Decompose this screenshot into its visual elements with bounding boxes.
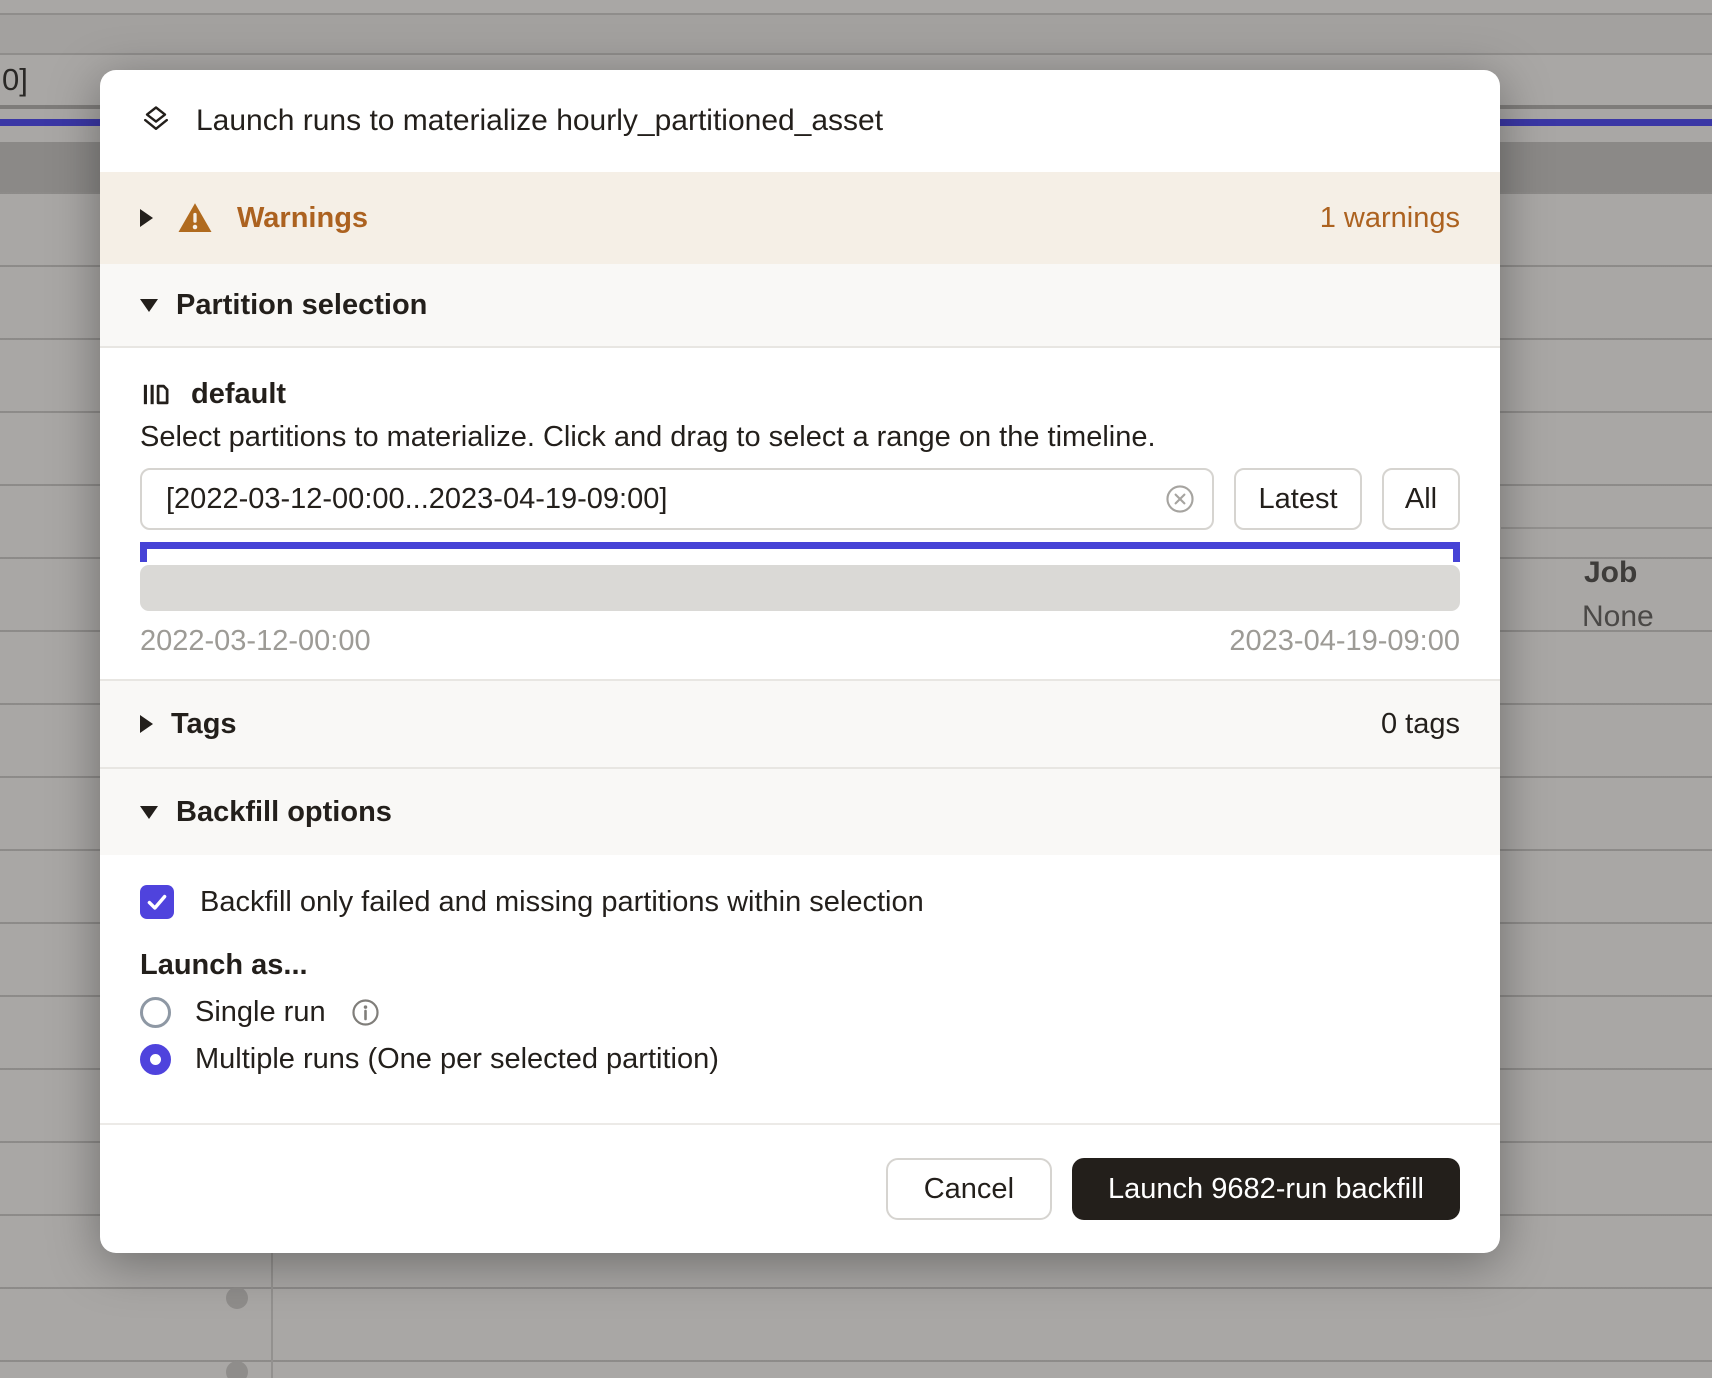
multiple-runs-label: Multiple runs (One per selected partitio… — [195, 1043, 719, 1076]
chevron-down-icon — [140, 806, 158, 819]
chevron-right-icon — [140, 715, 153, 733]
partition-dimension-icon — [140, 379, 171, 410]
tags-section-header[interactable]: Tags 0 tags — [100, 679, 1500, 767]
backfill-options-body: Backfill only failed and missing partiti… — [100, 855, 1500, 1123]
warning-triangle-icon — [177, 200, 213, 236]
bg-row-divider — [0, 53, 1712, 55]
materialize-layers-icon — [138, 103, 174, 139]
bg-column-divider — [271, 1253, 273, 1378]
bg-status-dot — [226, 1361, 248, 1378]
cancel-button[interactable]: Cancel — [886, 1158, 1052, 1220]
tags-title: Tags — [171, 708, 237, 741]
dialog-header: Launch runs to materialize hourly_partit… — [100, 70, 1500, 172]
warnings-label: Warnings — [237, 202, 368, 235]
bg-status-dot — [226, 1287, 248, 1309]
backfill-only-failed-checkbox[interactable] — [140, 885, 174, 919]
checkmark-icon — [144, 889, 170, 915]
clear-selection-icon[interactable] — [1164, 483, 1196, 515]
warnings-count-badge: 1 warnings — [1320, 202, 1460, 235]
launch-as-label: Launch as... — [140, 949, 1460, 982]
partition-selection-section-header[interactable]: Partition selection — [100, 264, 1500, 348]
timeline-start-date: 2022-03-12-00:00 — [140, 625, 371, 658]
backfill-only-failed-label: Backfill only failed and missing partiti… — [200, 886, 924, 919]
multiple-runs-radio[interactable] — [140, 1044, 171, 1075]
dialog-title: Launch runs to materialize hourly_partit… — [196, 104, 883, 138]
tags-count-badge: 0 tags — [1381, 708, 1460, 741]
partition-range-input-wrap — [140, 468, 1214, 530]
info-icon[interactable] — [350, 997, 381, 1028]
chevron-down-icon — [140, 299, 158, 312]
launch-backfill-button[interactable]: Launch 9682-run backfill — [1072, 1158, 1460, 1220]
partition-timeline[interactable] — [140, 565, 1460, 611]
selected-range-tick-left — [140, 542, 147, 562]
all-button[interactable]: All — [1382, 468, 1460, 530]
single-run-option[interactable]: Single run — [140, 996, 1460, 1029]
single-run-radio[interactable] — [140, 997, 171, 1028]
dimension-row: default — [140, 378, 1460, 411]
warnings-section-header[interactable]: Warnings 1 warnings — [100, 172, 1500, 264]
timeline-date-labels: 2022-03-12-00:00 2023-04-19-09:00 — [140, 625, 1460, 658]
bg-toolbar-band — [0, 15, 1712, 53]
partition-range-input[interactable] — [140, 468, 1214, 530]
backfill-options-title: Backfill options — [176, 796, 392, 829]
timeline-end-date: 2023-04-19-09:00 — [1229, 625, 1460, 658]
latest-button[interactable]: Latest — [1234, 468, 1362, 530]
bg-truncated-text: 0] — [2, 62, 28, 98]
partition-description: Select partitions to materialize. Click … — [140, 421, 1460, 454]
selected-range-line — [140, 542, 1460, 549]
single-run-label: Single run — [195, 996, 326, 1029]
partition-selection-title: Partition selection — [176, 289, 427, 322]
partition-selection-body: default Select partitions to materialize… — [100, 348, 1500, 679]
launch-backfill-dialog: Launch runs to materialize hourly_partit… — [100, 70, 1500, 1253]
dialog-footer: Cancel Launch 9682-run backfill — [100, 1123, 1500, 1253]
partition-select-row: Latest All — [140, 468, 1460, 530]
bg-row-divider — [1501, 527, 1712, 529]
bg-job-column-value: None — [1582, 600, 1654, 634]
bg-job-column-header: Job — [1584, 556, 1637, 590]
backfill-only-failed-row[interactable]: Backfill only failed and missing partiti… — [140, 885, 1460, 919]
dimension-name: default — [191, 378, 286, 411]
selected-range-tick-right — [1453, 542, 1460, 562]
chevron-right-icon — [140, 209, 153, 227]
backfill-options-section-header[interactable]: Backfill options — [100, 767, 1500, 855]
selected-range-bracket — [140, 542, 1460, 562]
multiple-runs-option[interactable]: Multiple runs (One per selected partitio… — [140, 1043, 1460, 1076]
